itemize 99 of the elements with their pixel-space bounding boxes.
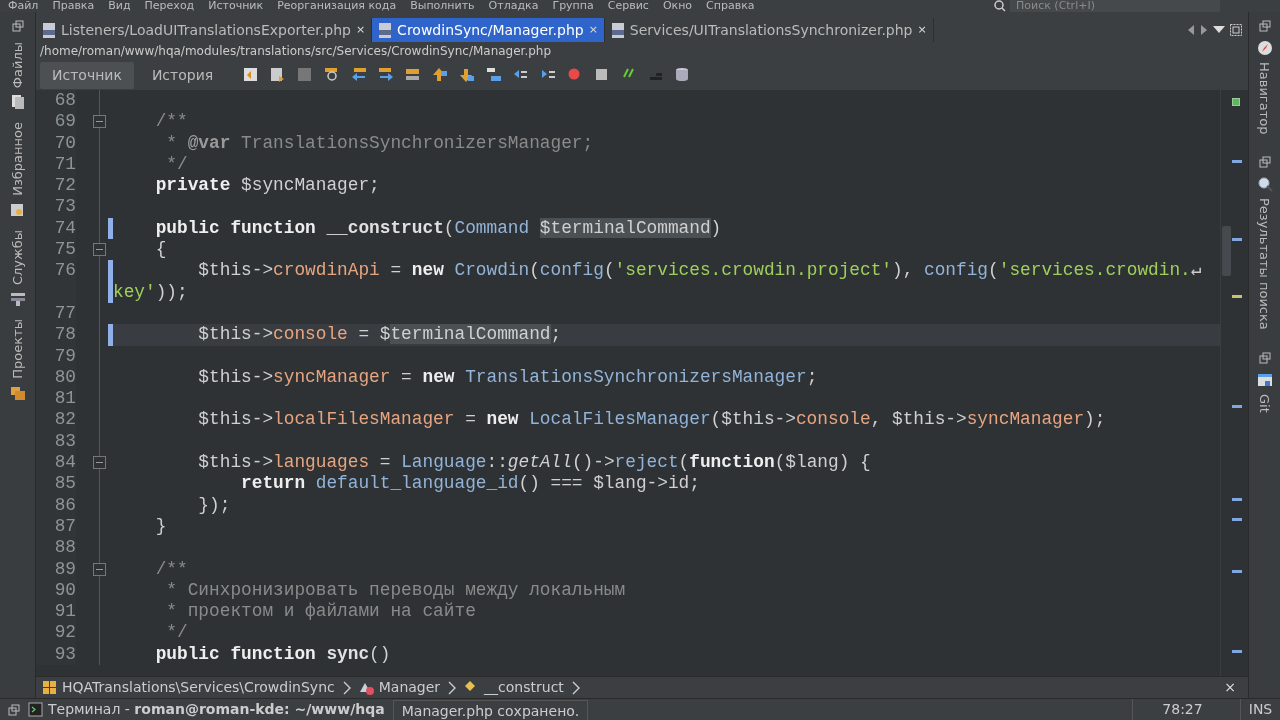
window-restore-icon[interactable]: [8, 703, 20, 716]
insert-mode: INS: [1240, 699, 1280, 720]
sidebar-tab[interactable]: Git: [1254, 370, 1275, 416]
change-marker: [1232, 405, 1242, 408]
menu-item[interactable]: Выполнить: [410, 0, 475, 12]
code-line: */: [165, 153, 188, 174]
code-line: key'));: [113, 281, 188, 302]
code-line: public function __construct(Command $terminalCommand): [154, 217, 722, 238]
window-icon: [1256, 372, 1273, 389]
fold-toggle[interactable]: [93, 456, 106, 470]
fold-toggle[interactable]: [93, 243, 106, 257]
change-marker: [1232, 518, 1242, 521]
close-icon[interactable]: ×: [917, 21, 927, 39]
cursor-position: 78:27: [1132, 699, 1232, 720]
search-field[interactable]: Поиск (Ctrl+I): [1010, 0, 1220, 12]
sidebar-tab[interactable]: Службы: [7, 228, 28, 310]
code-line: return default_language_id() === $lang->id;: [240, 473, 700, 494]
code-line: {: [154, 239, 167, 260]
arrow-right-icon[interactable]: [378, 67, 395, 83]
package-icon: [42, 680, 57, 695]
code-line: /**: [154, 558, 188, 579]
folders-icon: [9, 384, 26, 401]
menu-item[interactable]: Переход: [144, 0, 195, 12]
maximize-icon[interactable]: [1230, 24, 1242, 36]
breadcrumb-item[interactable]: HQATranslations\Services\CrowdinSync: [42, 677, 335, 698]
menu-item[interactable]: Окно: [662, 0, 693, 12]
change-marker: [1232, 650, 1242, 653]
menu-item[interactable]: Вид: [108, 0, 131, 12]
arrow-left-icon[interactable]: [1187, 24, 1195, 36]
search-icon: [994, 0, 1006, 12]
file-path: /home/roman/www/hqa/modules/translations/src/Services/CrowdinSync/Manager.php: [39, 43, 553, 60]
change-marker: [1232, 570, 1242, 573]
code-line: }: [154, 515, 167, 536]
window-restore-icon[interactable]: [1258, 352, 1271, 365]
breadcrumb-item[interactable]: Manager: [358, 677, 441, 698]
code-line: /**: [154, 111, 188, 132]
sidebar-tab[interactable]: Навигатор: [1254, 38, 1275, 137]
menu-item[interactable]: Источник: [208, 0, 264, 12]
code-line: $this->localFilesManager = new LocalFilesManager($this->console, $this->syncManager);: [197, 409, 1106, 430]
menu-item[interactable]: Реорганизация кода: [277, 0, 397, 12]
view-toggle[interactable]: Источник: [40, 61, 134, 89]
arrow-up-icon[interactable]: [432, 67, 449, 83]
status-message: Manager.php сохранено.: [392, 700, 589, 720]
sidebar-tab[interactable]: Избранное: [7, 120, 28, 220]
server-icon: [9, 291, 26, 308]
status-indicator: [1232, 98, 1240, 106]
code-line: $this->languages = Language::getAll()->reject(function($lang) {: [197, 452, 871, 473]
code-line: * проектом и файлами на сайте: [165, 601, 476, 622]
file-tab[interactable]: CrowdinSync/Manager.php ×: [372, 18, 605, 42]
code-line: public function sync(): [154, 643, 391, 664]
code-line: $this->syncManager = new TranslationsSynchronizersManager;: [197, 366, 818, 387]
code-line: private $syncManager;: [154, 175, 380, 196]
window-restore-icon[interactable]: [1258, 156, 1271, 169]
sidebar-tab[interactable]: Результаты поиска: [1254, 174, 1275, 333]
php-file-icon: [42, 22, 56, 38]
sidebar-tab[interactable]: Проекты: [7, 317, 28, 403]
change-marker: [1232, 295, 1242, 298]
window-restore-icon[interactable]: [1258, 20, 1271, 32]
arrow-left-icon[interactable]: [351, 67, 368, 83]
breadcrumb-item[interactable]: __construct: [464, 677, 564, 698]
files-icon: [9, 94, 26, 111]
scrollbar-thumb: [1222, 226, 1231, 276]
compass-icon: [1256, 40, 1273, 56]
search-icon: [1256, 176, 1273, 193]
terminal-tab[interactable]: Терминал - roman@roman-kde: ~/www/hqa: [28, 699, 385, 720]
code-editor[interactable]: [36, 90, 1248, 676]
fold-toggle[interactable]: [93, 562, 106, 576]
close-icon[interactable]: ×: [1224, 677, 1236, 698]
code-line: * Синхронизировать переводы между локальным: [165, 579, 626, 600]
terminal-icon: [28, 702, 43, 717]
change-marker: [1232, 238, 1242, 241]
code-line: $this->crowdinApi = new Crowdin(config('services.crowdin.project'), config('services.crowdin.↵: [197, 260, 1202, 281]
menu-item[interactable]: Группа: [552, 0, 594, 12]
menu-item[interactable]: Справка: [706, 0, 755, 12]
dropdown-icon[interactable]: [1213, 26, 1225, 34]
fold-toggle[interactable]: [93, 115, 106, 129]
menu-item[interactable]: Файл: [8, 0, 39, 12]
code-line: $this->console = $terminalCommand;: [197, 324, 562, 345]
arrow-right-icon[interactable]: [1200, 24, 1208, 36]
php-file-icon: [378, 22, 393, 38]
menu-item[interactable]: Правка: [52, 0, 95, 12]
chevron-right-icon: [448, 680, 457, 695]
chevron-right-icon: [571, 680, 580, 695]
change-marker: [1232, 498, 1242, 501]
menu-item[interactable]: Сервис: [607, 0, 649, 12]
arrow-down-icon[interactable]: [459, 67, 476, 83]
chevron-right-icon: [342, 680, 351, 695]
sidebar-tab[interactable]: Файлы: [7, 40, 28, 113]
menu-item[interactable]: Отладка: [488, 0, 539, 12]
php-file-icon: [610, 22, 625, 38]
lines-icon[interactable]: [405, 67, 422, 83]
code-line: */: [165, 622, 188, 643]
window-restore-icon[interactable]: [11, 20, 24, 32]
close-icon[interactable]: ×: [355, 21, 366, 39]
code-line: * @var TranslationsSynchronizersManager;: [165, 132, 594, 153]
change-marker: [1232, 160, 1242, 163]
view-toggle[interactable]: История: [139, 61, 226, 89]
code-line: });: [197, 494, 231, 515]
close-icon[interactable]: ×: [588, 21, 598, 39]
